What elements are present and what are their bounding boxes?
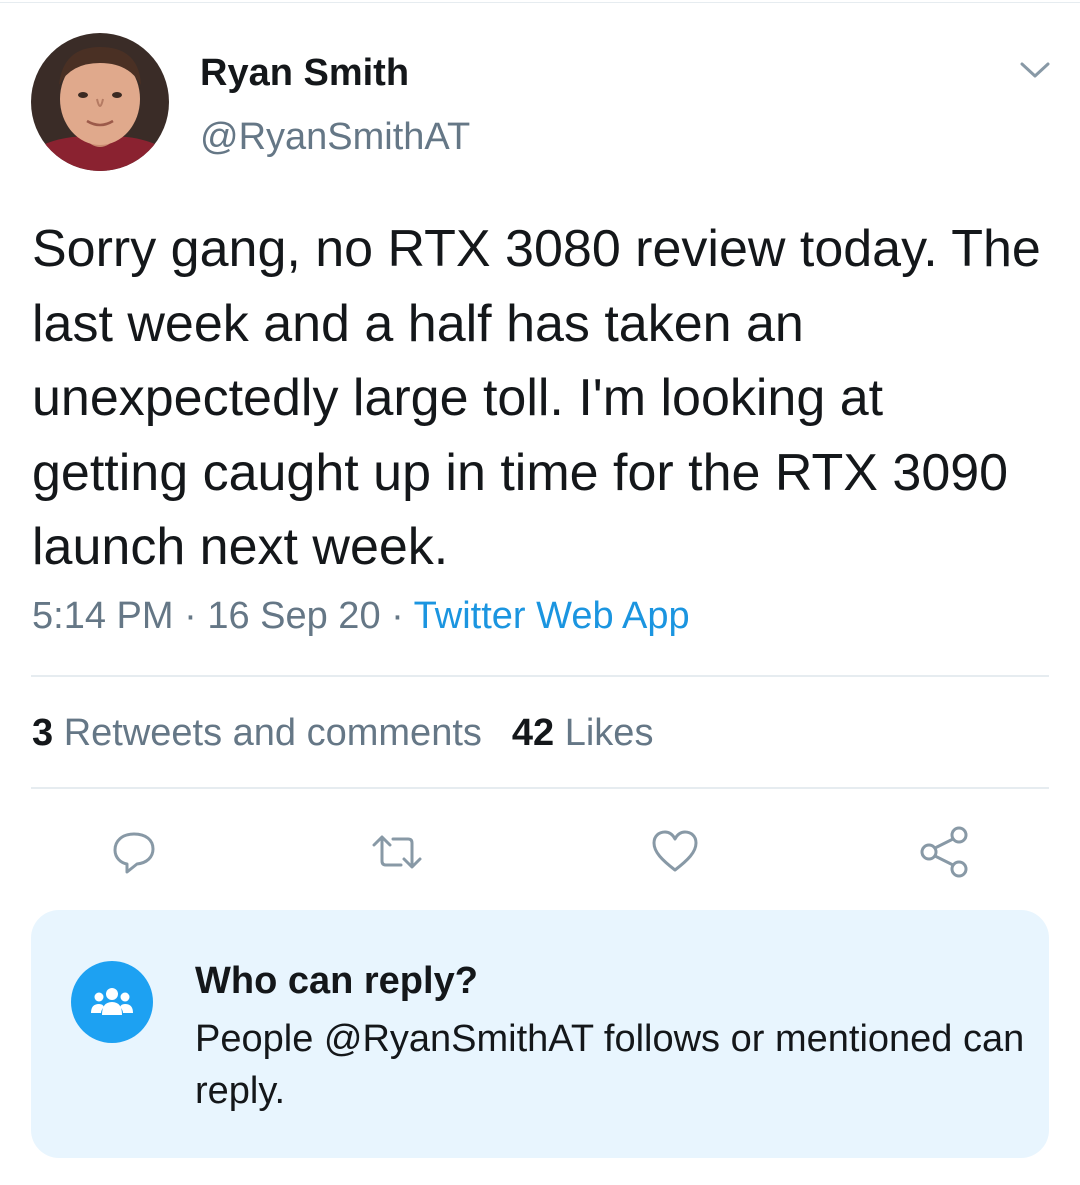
- tweet-time[interactable]: 5:14 PM: [32, 595, 174, 637]
- display-name[interactable]: Ryan Smith: [200, 52, 409, 95]
- retweet-icon: [372, 835, 422, 869]
- tweet-source-link[interactable]: Twitter Web App: [414, 595, 690, 637]
- retweets-stat[interactable]: 3 Retweets and comments: [32, 712, 482, 754]
- reply-button[interactable]: [104, 822, 164, 882]
- divider: [31, 675, 1049, 677]
- likes-count: 42: [511, 712, 555, 754]
- share-icon: [920, 826, 968, 878]
- likes-stat[interactable]: 42 Likes: [512, 712, 654, 754]
- reply-settings-title: Who can reply?: [195, 960, 478, 1002]
- retweet-button[interactable]: [367, 822, 427, 882]
- chevron-down-icon[interactable]: [1018, 58, 1052, 82]
- likes-label: Likes: [554, 712, 654, 754]
- reply-settings-card: Who can reply? People @RyanSmithAT follo…: [31, 910, 1049, 1158]
- divider: [31, 787, 1049, 789]
- user-handle[interactable]: @RyanSmithAT: [200, 116, 470, 159]
- heart-icon: [652, 830, 698, 872]
- people-icon: [71, 961, 153, 1043]
- retweets-count: 3: [32, 712, 54, 754]
- top-divider: [0, 2, 1080, 3]
- comment-icon: [113, 832, 155, 874]
- meta-separator: ·: [380, 595, 414, 637]
- reply-settings-description: People @RyanSmithAT follows or mentioned…: [195, 1018, 1025, 1112]
- share-button[interactable]: [914, 822, 974, 882]
- tweet-date[interactable]: 16 Sep 20: [207, 595, 380, 637]
- retweets-label: Retweets and comments: [53, 712, 482, 754]
- like-button[interactable]: [645, 822, 705, 882]
- avatar[interactable]: [31, 33, 169, 171]
- tweet-meta: 5:14 PM · 16 Sep 20 · Twitter Web App: [32, 595, 690, 638]
- tweet-text: Sorry gang, no RTX 3080 review today. Th…: [32, 220, 1041, 576]
- meta-separator: ·: [173, 595, 208, 637]
- profile-photo: [31, 33, 169, 171]
- tweet-stats: 3 Retweets and comments 42 Likes: [32, 712, 653, 755]
